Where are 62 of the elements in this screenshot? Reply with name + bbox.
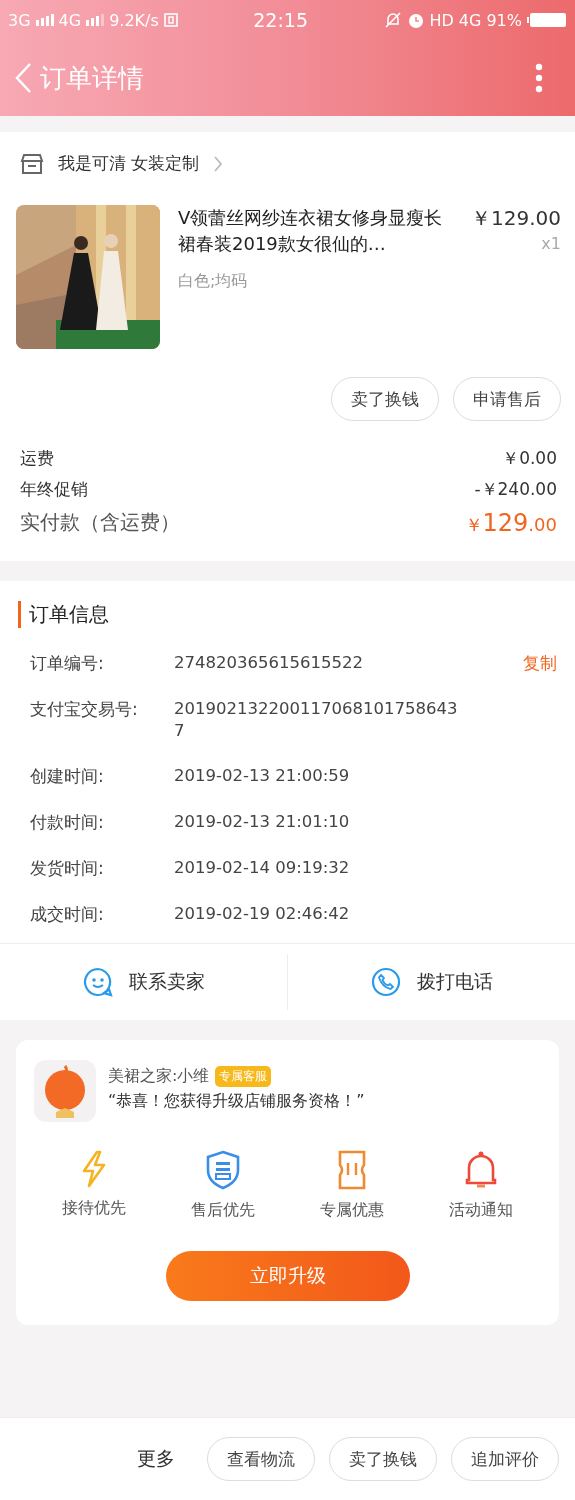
back-icon[interactable] bbox=[14, 62, 32, 94]
product-spec: 白色;均码 bbox=[178, 271, 249, 292]
chevron-right-icon[interactable] bbox=[213, 154, 224, 173]
cost-value: ￥0.00 bbox=[502, 447, 557, 470]
ticket-icon bbox=[337, 1150, 366, 1190]
total-amount: ￥129.00 bbox=[464, 509, 557, 537]
status-text: HD bbox=[429, 10, 454, 30]
agent-name: 美裙之家:小维 bbox=[108, 1066, 210, 1087]
agent-message: “恭喜！您获得升级店铺服务资格！” bbox=[108, 1091, 365, 1112]
product-price: ￥129.00 bbox=[471, 205, 561, 232]
info-value: 2019-02-19 02:46:42 bbox=[174, 903, 351, 925]
status-text: 3G bbox=[8, 10, 31, 30]
more-link[interactable]: 更多 bbox=[137, 1446, 175, 1472]
avatar-icon bbox=[34, 1060, 96, 1122]
info-value: 2019-02-13 21:01:10 bbox=[174, 811, 351, 833]
action-button[interactable]: 追加评价 bbox=[451, 1437, 559, 1481]
agent-badge: 专属客服 bbox=[215, 1066, 272, 1087]
cost-label: 运费 bbox=[20, 447, 54, 470]
chat-icon bbox=[82, 967, 113, 997]
more-icon[interactable] bbox=[535, 63, 543, 93]
section-title: 订单信息 bbox=[29, 602, 109, 626]
status-text: 4G bbox=[458, 10, 482, 30]
action-button[interactable]: 申请售后 bbox=[453, 377, 561, 421]
alarm-icon bbox=[406, 11, 425, 29]
battery-icon bbox=[527, 12, 567, 28]
info-label: 成交时间: bbox=[30, 903, 105, 926]
perk-label: 活动通知 bbox=[448, 1200, 513, 1221]
total-label: 实付款（含运费） bbox=[20, 509, 180, 536]
mute-icon bbox=[383, 12, 402, 28]
action-button[interactable]: 卖了换钱 bbox=[329, 1437, 437, 1481]
info-value: 2019-02-14 09:19:32 bbox=[174, 857, 351, 879]
shop-icon bbox=[20, 152, 44, 175]
info-label: 订单编号: bbox=[30, 652, 105, 675]
status-text: 9.2K/s bbox=[109, 10, 159, 30]
shop-name[interactable]: 我是可清 女装定制 bbox=[58, 152, 200, 175]
signal-icon bbox=[35, 14, 54, 26]
info-label: 支付宝交易号: bbox=[30, 698, 139, 721]
info-label: 付款时间: bbox=[30, 811, 105, 834]
perk-label: 专属优惠 bbox=[319, 1200, 384, 1221]
battery-text: 91% bbox=[486, 10, 522, 30]
signal-icon bbox=[86, 14, 105, 26]
phone-icon bbox=[370, 967, 401, 997]
info-label: 创建时间: bbox=[30, 765, 105, 788]
product-title[interactable]: V领蕾丝网纱连衣裙女修身显瘦长裙春装2019款女很仙的… bbox=[178, 205, 453, 257]
cost-label: 年终促销 bbox=[20, 478, 88, 501]
info-value: 274820365615615522 bbox=[174, 652, 364, 674]
info-value: 2019021322001170681017586437 bbox=[174, 698, 459, 742]
perk-label: 接待优先 bbox=[62, 1198, 127, 1219]
action-button[interactable]: 查看物流 bbox=[207, 1437, 315, 1481]
cost-value: -￥240.00 bbox=[474, 478, 557, 501]
info-label: 发货时间: bbox=[30, 857, 105, 880]
action-button[interactable]: 卖了换钱 bbox=[331, 377, 439, 421]
contact-button[interactable]: 联系卖家 bbox=[76, 966, 211, 998]
info-value: 2019-02-13 21:00:59 bbox=[174, 765, 351, 787]
shield-icon bbox=[206, 1150, 241, 1190]
clock: 22:15 bbox=[253, 9, 309, 31]
page-title: 订单详情 bbox=[40, 61, 145, 95]
status-text: 4G bbox=[58, 10, 82, 30]
product-quantity: x1 bbox=[541, 234, 561, 253]
contact-button[interactable]: 拨打电话 bbox=[364, 966, 499, 998]
perk-label: 售后优先 bbox=[191, 1200, 256, 1221]
app-icon bbox=[163, 13, 178, 27]
